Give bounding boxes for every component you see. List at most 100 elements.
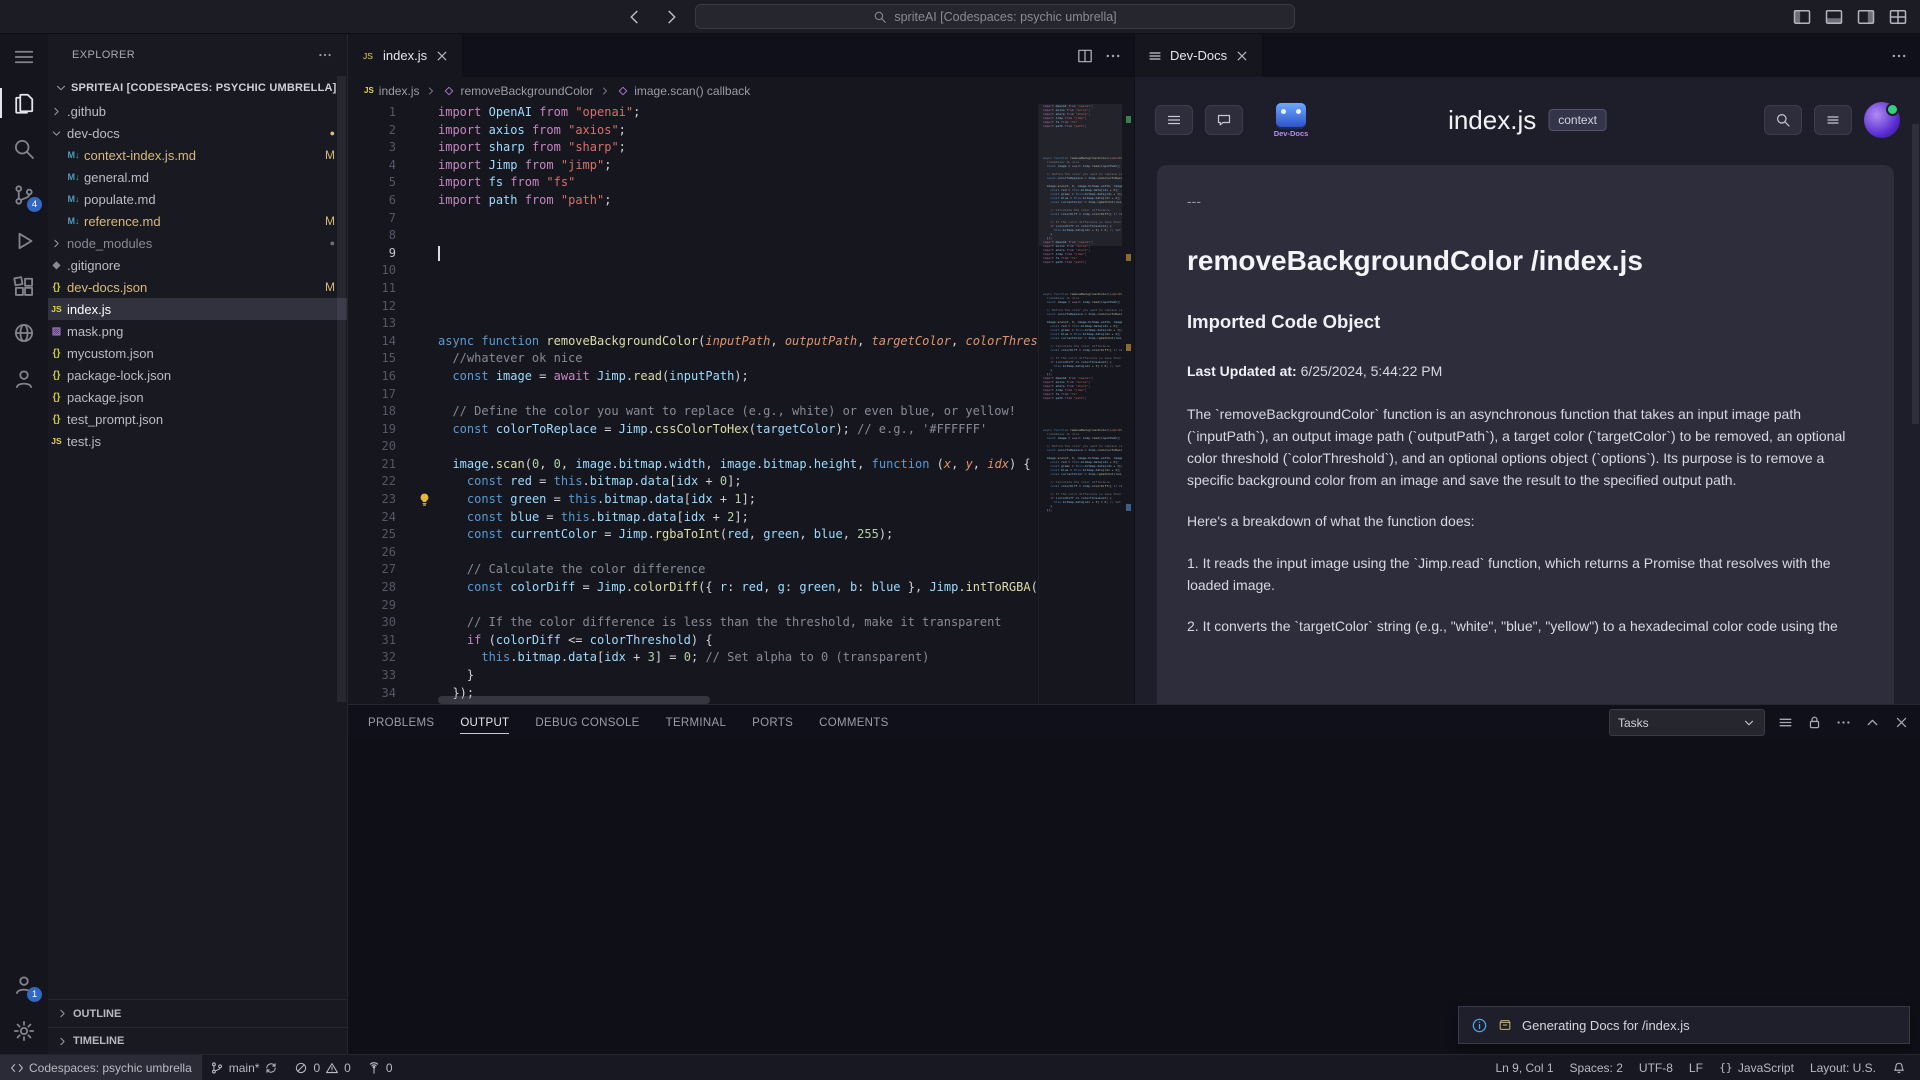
activity-bar-top: 4 xyxy=(0,34,48,962)
back-icon[interactable] xyxy=(625,7,645,27)
panel-more-icon[interactable] xyxy=(1835,714,1852,731)
status-remote-indicator[interactable]: Codespaces: psychic umbrella xyxy=(0,1055,202,1080)
breadcrumb-item[interactable]: JSindex.js xyxy=(364,84,419,98)
tree-item-dev-docs[interactable]: dev-docs● xyxy=(48,122,347,144)
activity-menu[interactable] xyxy=(0,34,48,80)
panel-tab-ports[interactable]: PORTS xyxy=(752,705,793,740)
layout-toggle-layoutR-icon[interactable] xyxy=(1856,7,1876,27)
minimap-slider[interactable] xyxy=(1039,104,1122,246)
output-channel-select[interactable]: Tasks xyxy=(1609,709,1765,736)
devdocs-logo[interactable]: Dev-Docs xyxy=(1269,103,1313,138)
activity-accounts[interactable]: 1 xyxy=(0,962,48,1008)
tree-item-node_modules[interactable]: node_modules● xyxy=(48,232,347,254)
minimap[interactable]: import OpenAI from "openai";import axios… xyxy=(1038,104,1122,704)
close-icon[interactable] xyxy=(434,48,450,64)
activity-profile[interactable] xyxy=(0,356,48,402)
notification-text: Generating Docs for /index.js xyxy=(1522,1018,1690,1033)
line-number: 4 xyxy=(348,157,410,175)
status-problems[interactable]: 00 xyxy=(286,1055,358,1080)
workspace-root-row[interactable]: SPRITEAI [CODESPACES: PSYCHIC UMBRELLA] xyxy=(48,76,347,100)
activity-extensions[interactable] xyxy=(0,264,48,310)
devdocs-chat-button[interactable] xyxy=(1205,105,1243,135)
editor-more-icon[interactable] xyxy=(1104,47,1122,65)
tree-item-.gitignore[interactable]: ◆.gitignore xyxy=(48,254,347,276)
breadcrumb-item[interactable]: removeBackgroundColor xyxy=(443,84,593,98)
panel-tab-debug-console[interactable]: DEBUG CONSOLE xyxy=(535,705,639,740)
status-cursor-position[interactable]: Ln 9, Col 1 xyxy=(1487,1055,1561,1080)
tab-index-js[interactable]: JS index.js xyxy=(348,34,463,77)
notification-toast[interactable]: Generating Docs for /index.js xyxy=(1458,1006,1910,1044)
status-git-branch[interactable]: main* xyxy=(202,1055,287,1080)
status-indentation[interactable]: Spaces: 2 xyxy=(1562,1055,1631,1080)
tree-item-mask.png[interactable]: ▨mask.png xyxy=(48,320,347,342)
chevron-right-icon xyxy=(48,235,65,251)
status-ports-forwarded[interactable]: 0 xyxy=(359,1055,401,1080)
tree-item-general.md[interactable]: M↓general.md xyxy=(48,166,347,188)
gear-icon xyxy=(12,1019,36,1043)
lightbulb-icon[interactable] xyxy=(417,492,432,507)
layout-toggle-layoutL-icon[interactable] xyxy=(1792,7,1812,27)
status-language-mode[interactable]: {}JavaScript xyxy=(1711,1055,1802,1080)
code-text: async function removeBackgroundColor(inp… xyxy=(410,333,1038,351)
panel-tab-comments[interactable]: COMMENTS xyxy=(819,705,888,740)
code-text: const green = this.bitmap.data[idx + 1]; xyxy=(410,491,756,509)
breadcrumb-item[interactable]: image.scan() callback xyxy=(617,84,750,98)
status-eol[interactable]: LF xyxy=(1681,1055,1711,1080)
search-icon xyxy=(873,10,887,24)
tree-item-test_prompt.json[interactable]: {}test_prompt.json xyxy=(48,408,347,430)
tab-devdocs[interactable]: Dev-Docs xyxy=(1135,34,1263,77)
panel-tab-problems[interactable]: PROBLEMS xyxy=(368,705,434,740)
devdocs-scrollbar[interactable] xyxy=(1912,124,1919,424)
horizontal-scrollbar[interactable] xyxy=(438,696,710,704)
devdocs-logo-caption: Dev-Docs xyxy=(1274,129,1309,138)
layout-toggle-layoutB-icon[interactable] xyxy=(1824,7,1844,27)
devdocs-search-button[interactable] xyxy=(1764,105,1802,135)
split-editor-icon[interactable] xyxy=(1076,47,1094,65)
tree-item-mycustom.json[interactable]: {}mycustom.json xyxy=(48,342,347,364)
code-editor[interactable]: 1import OpenAI from "openai";2import axi… xyxy=(348,104,1134,704)
tree-item-dev-docs.json[interactable]: {}dev-docs.jsonM xyxy=(48,276,347,298)
status-encoding[interactable]: UTF-8 xyxy=(1631,1055,1681,1080)
activity-search[interactable] xyxy=(0,126,48,172)
forward-icon[interactable] xyxy=(661,7,681,27)
panel-chevU-icon[interactable] xyxy=(1864,714,1881,731)
devdocs-menu-button[interactable] xyxy=(1155,105,1193,135)
json-file-icon: {} xyxy=(48,411,65,427)
sidebar-scrollbar[interactable] xyxy=(337,76,346,756)
code-text xyxy=(410,298,438,316)
code-text: const red = this.bitmap.data[idx + 0]; xyxy=(410,473,742,491)
panel-tab-terminal[interactable]: TERMINAL xyxy=(666,705,727,740)
panel-listmenu-icon[interactable] xyxy=(1777,714,1794,731)
status-notifications-bell[interactable] xyxy=(1884,1055,1914,1080)
tree-item-test.js[interactable]: JStest.js xyxy=(48,430,347,452)
panel-tab-output[interactable]: OUTPUT xyxy=(460,705,509,740)
tree-item-reference.md[interactable]: M↓reference.mdM xyxy=(48,210,347,232)
status-keyboard-layout[interactable]: Layout: U.S. xyxy=(1802,1055,1884,1080)
activity-explorer[interactable] xyxy=(0,80,48,126)
tree-item-populate.md[interactable]: M↓populate.md xyxy=(48,188,347,210)
code-text: } xyxy=(410,667,474,685)
tree-item-context-index.js.md[interactable]: M↓context-index.js.mdM xyxy=(48,144,347,166)
panel-close-icon[interactable] xyxy=(1893,714,1910,731)
tree-item-package-lock.json[interactable]: {}package-lock.json xyxy=(48,364,347,386)
avatar[interactable] xyxy=(1864,102,1900,138)
doc-paragraph: 2. It converts the `targetColor` string … xyxy=(1187,616,1864,638)
activity-run-debug[interactable] xyxy=(0,218,48,264)
activity-source-control[interactable]: 4 xyxy=(0,172,48,218)
devdocs-list-button[interactable] xyxy=(1814,105,1852,135)
panel-lock-icon[interactable] xyxy=(1806,714,1823,731)
layout-toggle-layoutG-icon[interactable] xyxy=(1888,7,1908,27)
json-file-icon: {} xyxy=(48,367,65,383)
sidebar-section-timeline[interactable]: TIMELINE xyxy=(48,1027,347,1054)
activity-settings[interactable] xyxy=(0,1008,48,1054)
tree-item-.github[interactable]: .github xyxy=(48,100,347,122)
tree-item-package.json[interactable]: {}package.json xyxy=(48,386,347,408)
close-icon[interactable] xyxy=(1234,48,1250,64)
command-center-search[interactable]: spriteAI [Codespaces: psychic umbrella] xyxy=(695,4,1295,29)
tree-item-index.js[interactable]: JSindex.js xyxy=(48,298,347,320)
sidebar-section-outline[interactable]: OUTLINE xyxy=(48,1000,347,1027)
tree-item-label: context-index.js.md xyxy=(84,148,196,163)
activity-remote-explorer[interactable] xyxy=(0,310,48,356)
devdocs-more-icon[interactable] xyxy=(1890,47,1908,65)
sidebar-more-icon[interactable] xyxy=(317,47,333,63)
